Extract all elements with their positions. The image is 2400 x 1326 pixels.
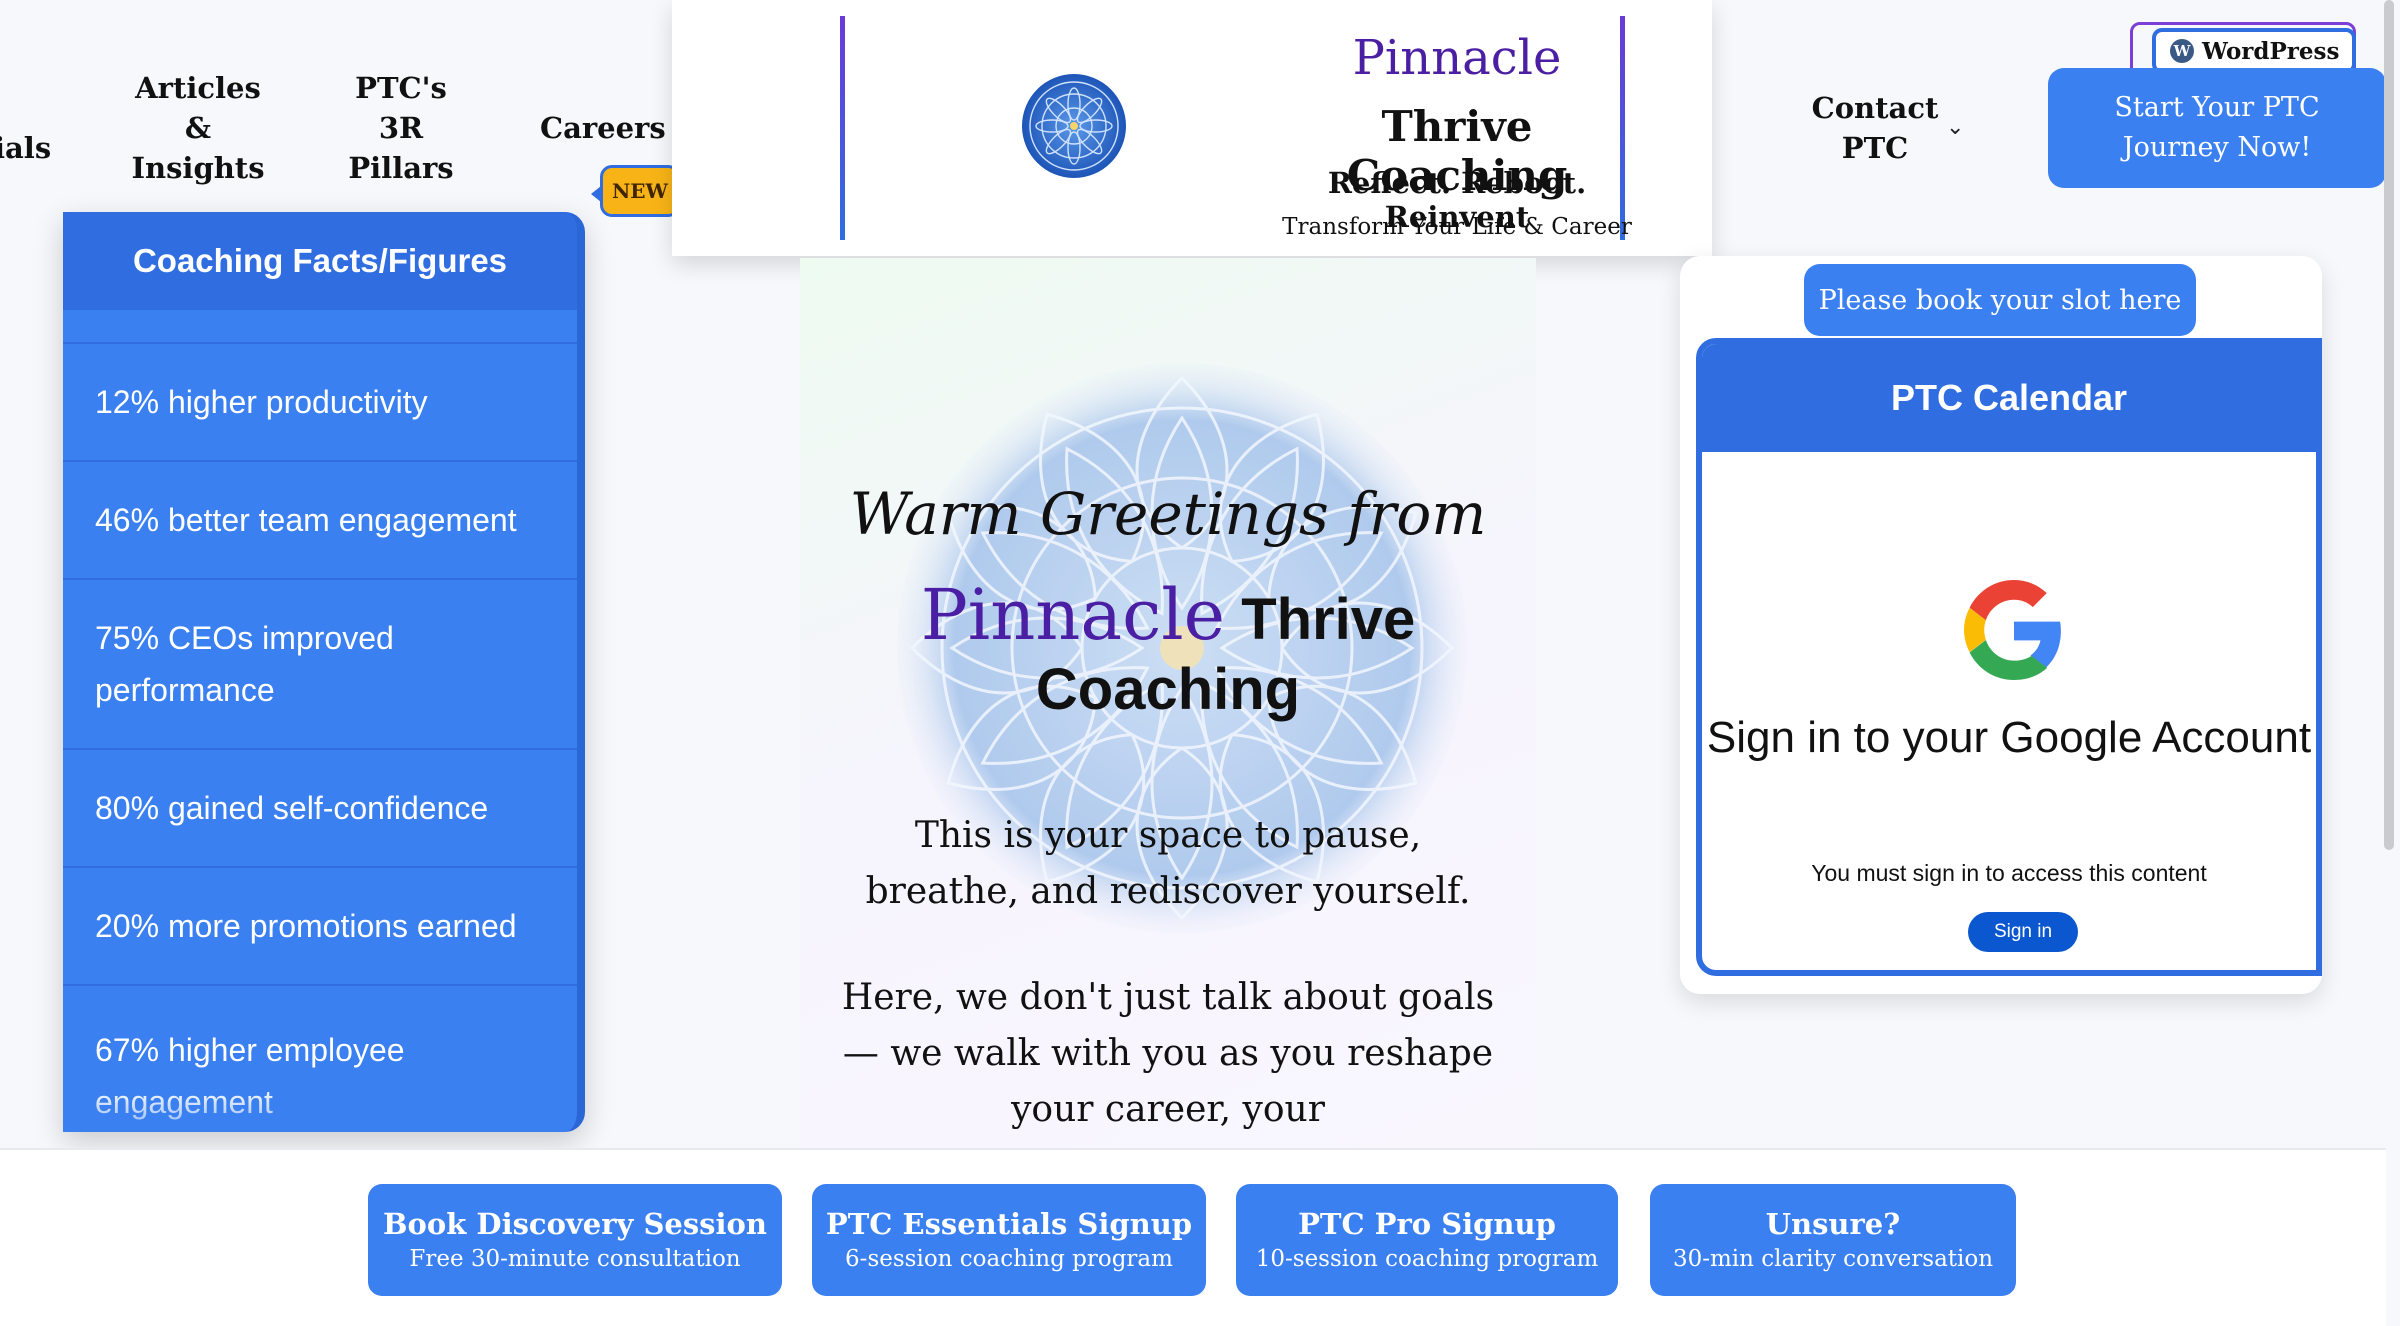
bottom-action-bar: Book Discovery Session Free 30-minute co… <box>0 1148 2386 1326</box>
facts-list-spacer <box>63 310 577 342</box>
pro-signup-button[interactable]: PTC Pro Signup 10-session coaching progr… <box>1236 1184 1618 1296</box>
hero-brand-pinnacle: Pinnacle <box>920 574 1226 656</box>
wordpress-label: WordPress <box>2202 37 2340 65</box>
button-title: Unsure? <box>1765 1207 1901 1241</box>
calendar-widget: Please book your slot here PTC Calendar … <box>1680 256 2322 994</box>
start-journey-button[interactable]: Start Your PTC Journey Now! <box>2048 68 2386 188</box>
nav-item-articles[interactable]: Articles & Insights <box>128 68 268 188</box>
button-title: Book Discovery Session <box>383 1207 767 1241</box>
book-slot-button[interactable]: Please book your slot here <box>1804 264 2196 336</box>
calendar-title: PTC Calendar <box>1702 344 2316 452</box>
signin-title: Sign in to your Google Account <box>1706 713 2312 762</box>
unsure-button[interactable]: Unsure? 30-min clarity conversation <box>1650 1184 2016 1296</box>
wordpress-icon: W <box>2170 39 2194 63</box>
list-item: 46% better team engagement <box>63 460 577 578</box>
book-discovery-button[interactable]: Book Discovery Session Free 30-minute co… <box>368 1184 782 1296</box>
list-item: 20% more promotions earned <box>63 866 577 984</box>
scrollbar-thumb[interactable] <box>2384 0 2394 850</box>
button-subtitle: 10-session coaching program <box>1255 1246 1599 1272</box>
brand-header: Pinnacle Thrive Coaching Reflect. Reboot… <box>672 0 1712 256</box>
button-subtitle: 30-min clarity conversation <box>1672 1246 1994 1272</box>
calendar-embed: PTC Calendar Sign in to your Google Acco… <box>1696 338 2322 976</box>
facts-list[interactable]: 12% higher productivity 46% better team … <box>63 310 577 1132</box>
mandala-logo-icon[interactable] <box>1022 74 1126 178</box>
nav-item-partial[interactable]: ials <box>0 128 51 168</box>
hero-paragraph-2: Here, we don't just talk about goals — w… <box>841 977 1495 1130</box>
nav-item-pillars[interactable]: PTC's 3R Pillars <box>338 68 464 188</box>
signin-button[interactable]: Sign in <box>1968 912 2078 952</box>
facts-panel-title: Coaching Facts/Figures <box>63 212 577 310</box>
button-subtitle: Free 30-minute consultation <box>409 1246 741 1272</box>
list-item: 12% higher productivity <box>63 342 577 460</box>
essentials-signup-button[interactable]: PTC Essentials Signup 6-session coaching… <box>812 1184 1206 1296</box>
hero-brand-thrive: Thrive <box>1241 587 1416 652</box>
nav-item-contact[interactable]: Contact PTC <box>1810 88 1940 168</box>
list-item: 75% CEOs improved performance <box>63 578 577 748</box>
hero-paragraph-1: This is your space to pause, breathe, an… <box>865 815 1471 912</box>
signin-subtitle: You must sign in to access this content <box>1811 860 2207 886</box>
list-item: 80% gained self-confidence <box>63 748 577 866</box>
new-badge: NEW <box>591 165 680 217</box>
chevron-down-icon[interactable]: ⌄ <box>1946 114 1964 140</box>
button-subtitle: 6-session coaching program <box>845 1246 1173 1272</box>
brand-name-pinnacle: Pinnacle <box>1352 30 1562 86</box>
brand-divider-left <box>840 16 845 240</box>
hero-brand-coaching: Coaching <box>1035 657 1301 722</box>
coaching-facts-panel: Coaching Facts/Figures 12% higher produc… <box>63 212 585 1132</box>
brand-subtitle: Transform Your Life & Career <box>1282 214 1632 240</box>
button-title: PTC Pro Signup <box>1298 1207 1556 1241</box>
google-g-icon <box>1964 580 2061 680</box>
hero-greeting: Warm Greetings from <box>849 480 1487 548</box>
button-title: PTC Essentials Signup <box>825 1207 1193 1241</box>
list-item: 67% higher employee engagement <box>63 984 577 1132</box>
hero-section: Warm Greetings from Pinnacle Thrive Coac… <box>800 258 1536 1148</box>
nav-item-careers[interactable]: Careers <box>540 108 666 148</box>
hero-brand-line: Pinnacle Thrive <box>800 574 1536 656</box>
